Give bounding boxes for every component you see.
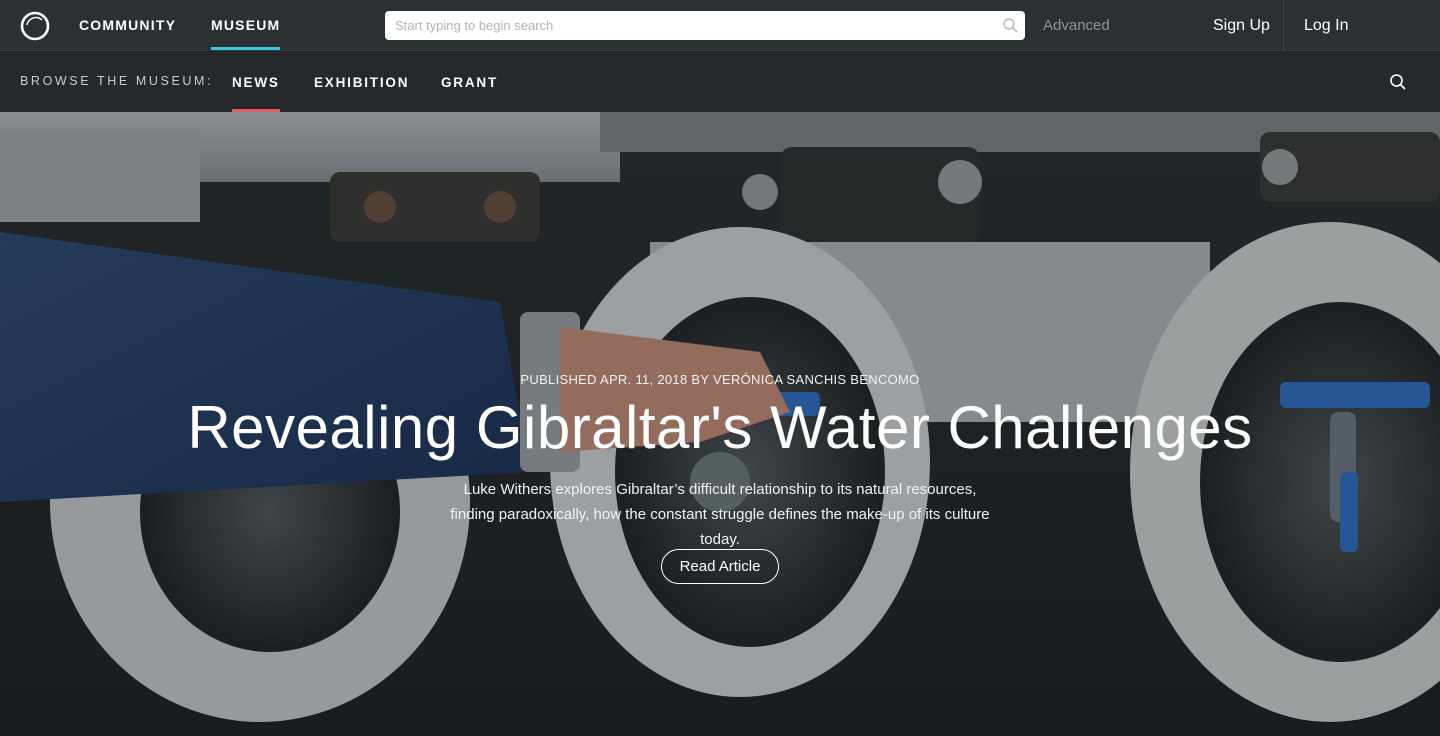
search-icon[interactable]	[1002, 17, 1019, 34]
divider	[1283, 0, 1284, 51]
global-search	[385, 11, 1025, 40]
article-summary: Luke Withers explores Gibraltar’s diffic…	[450, 481, 990, 548]
log-in-link[interactable]: Log In	[1304, 0, 1348, 51]
tab-grant[interactable]: GRANT	[441, 52, 498, 112]
museum-subnav: BROWSE THE MUSEUM: NEWS EXHIBITION GRANT	[0, 52, 1440, 112]
tab-exhibition[interactable]: EXHIBITION	[314, 52, 409, 112]
article-title[interactable]: Revealing Gibraltar's Water Challenges	[0, 393, 1440, 462]
top-navbar: COMMUNITY MUSEUM Advanced Sign Up Log In	[0, 0, 1440, 51]
article-byline: PUBLISHED APR. 11, 2018 BY VERÓNICA SANC…	[520, 372, 920, 387]
nav-museum[interactable]: MUSEUM	[211, 0, 281, 51]
browse-label: BROWSE THE MUSEUM:	[20, 74, 214, 88]
hero-banner: PUBLISHED APR. 11, 2018 BY VERÓNICA SANC…	[0, 112, 1440, 736]
search-icon[interactable]	[1389, 73, 1407, 91]
ring-logo-icon[interactable]	[20, 11, 50, 41]
sign-up-link[interactable]: Sign Up	[1213, 0, 1270, 51]
nav-community[interactable]: COMMUNITY	[79, 0, 176, 51]
advanced-search-link[interactable]: Advanced	[1043, 0, 1110, 51]
search-input[interactable]	[385, 11, 985, 40]
read-article-button[interactable]: Read Article	[661, 549, 779, 584]
tab-news[interactable]: NEWS	[232, 52, 280, 112]
